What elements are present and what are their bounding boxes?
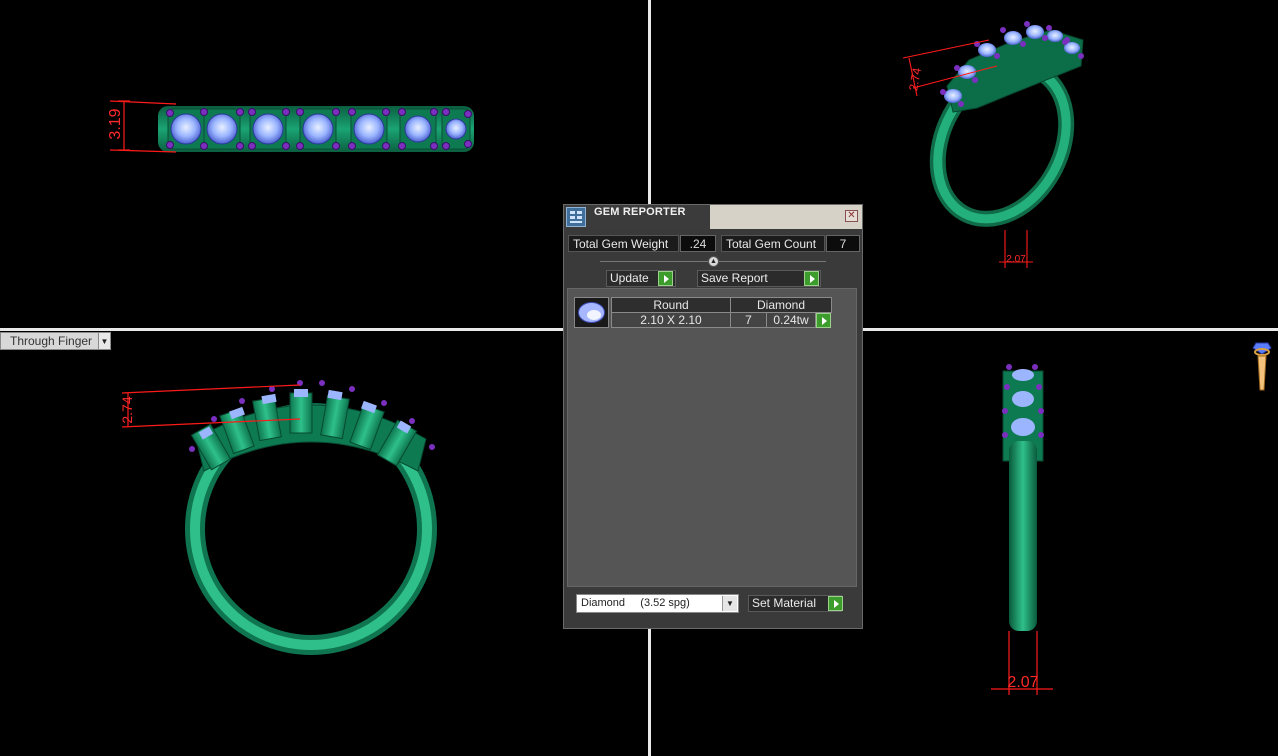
close-button[interactable]: ✕: [845, 210, 858, 222]
chevron-up-icon: ▲: [710, 258, 717, 265]
collapse-toggle[interactable]: ▲: [708, 256, 719, 267]
gem-size-value: 2.10 X 2.10: [611, 312, 731, 328]
save-report-button-label: Save Report: [701, 271, 768, 285]
update-button-label: Update: [610, 271, 649, 285]
ring-top-view: 3.19: [107, 100, 474, 153]
dimension-label-side: 2.07: [1007, 674, 1038, 691]
gem-count-value: 7: [730, 312, 767, 328]
view-mode-dropdown[interactable]: Through Finger ▼: [0, 332, 111, 350]
set-material-button-label: Set Material: [752, 596, 817, 610]
gem-shape-header: Round: [611, 297, 731, 313]
total-gem-count-label: Total Gem Count: [721, 235, 825, 252]
save-report-button[interactable]: Save Report: [697, 270, 821, 287]
viewport-front[interactable]: 2.74: [0, 331, 648, 756]
gem-weight-value: 0.24tw: [766, 312, 816, 328]
update-play-icon[interactable]: [658, 271, 673, 286]
dialog-title-tab: GEM REPORTER: [564, 205, 710, 229]
gem-reporter-dialog: GEM REPORTER ✕ Total Gem Weight .24 Tota…: [563, 204, 863, 629]
dimension-label-top: 3.19: [107, 108, 124, 139]
chevron-down-icon[interactable]: ▼: [98, 333, 110, 349]
gem-list-panel[interactable]: Round Diamond 2.10 X 2.10 7 0.24tw: [567, 288, 857, 587]
gem-row-play-icon[interactable]: [816, 313, 831, 328]
viewport-top[interactable]: 3.19: [0, 0, 648, 328]
close-icon: ✕: [847, 210, 856, 221]
totals-row: Total Gem Weight .24 Total Gem Count 7: [568, 235, 860, 252]
total-gem-weight-value: .24: [680, 235, 716, 252]
chevron-down-icon[interactable]: ▼: [722, 596, 737, 611]
material-select[interactable]: Diamond (3.52 spg) ▼: [576, 594, 739, 613]
gem-material-header: Diamond: [730, 297, 832, 313]
orientation-pin-icon[interactable]: [1252, 340, 1272, 396]
view-mode-value: Through Finger: [10, 334, 93, 348]
dialog-title: GEM REPORTER: [594, 206, 686, 218]
dimension-label-perspective-1: 2.74: [906, 66, 924, 92]
set-material-play-icon[interactable]: [828, 596, 843, 611]
gem-row-top: [167, 108, 471, 150]
round-gem-icon[interactable]: [574, 297, 609, 328]
save-report-play-icon[interactable]: [804, 271, 819, 286]
total-gem-weight-label: Total Gem Weight: [568, 235, 679, 252]
dimension-label-perspective-2: 2.07: [1006, 254, 1026, 265]
ring-front-view: 2.74: [119, 380, 437, 655]
dimension-label-front: 2.74: [119, 396, 135, 423]
total-gem-count-value: 7: [826, 235, 860, 252]
dialog-titlebar[interactable]: GEM REPORTER ✕: [564, 205, 862, 229]
gem-reporter-app-icon: [566, 207, 586, 227]
material-select-value: Diamond (3.52 spg): [581, 597, 690, 609]
